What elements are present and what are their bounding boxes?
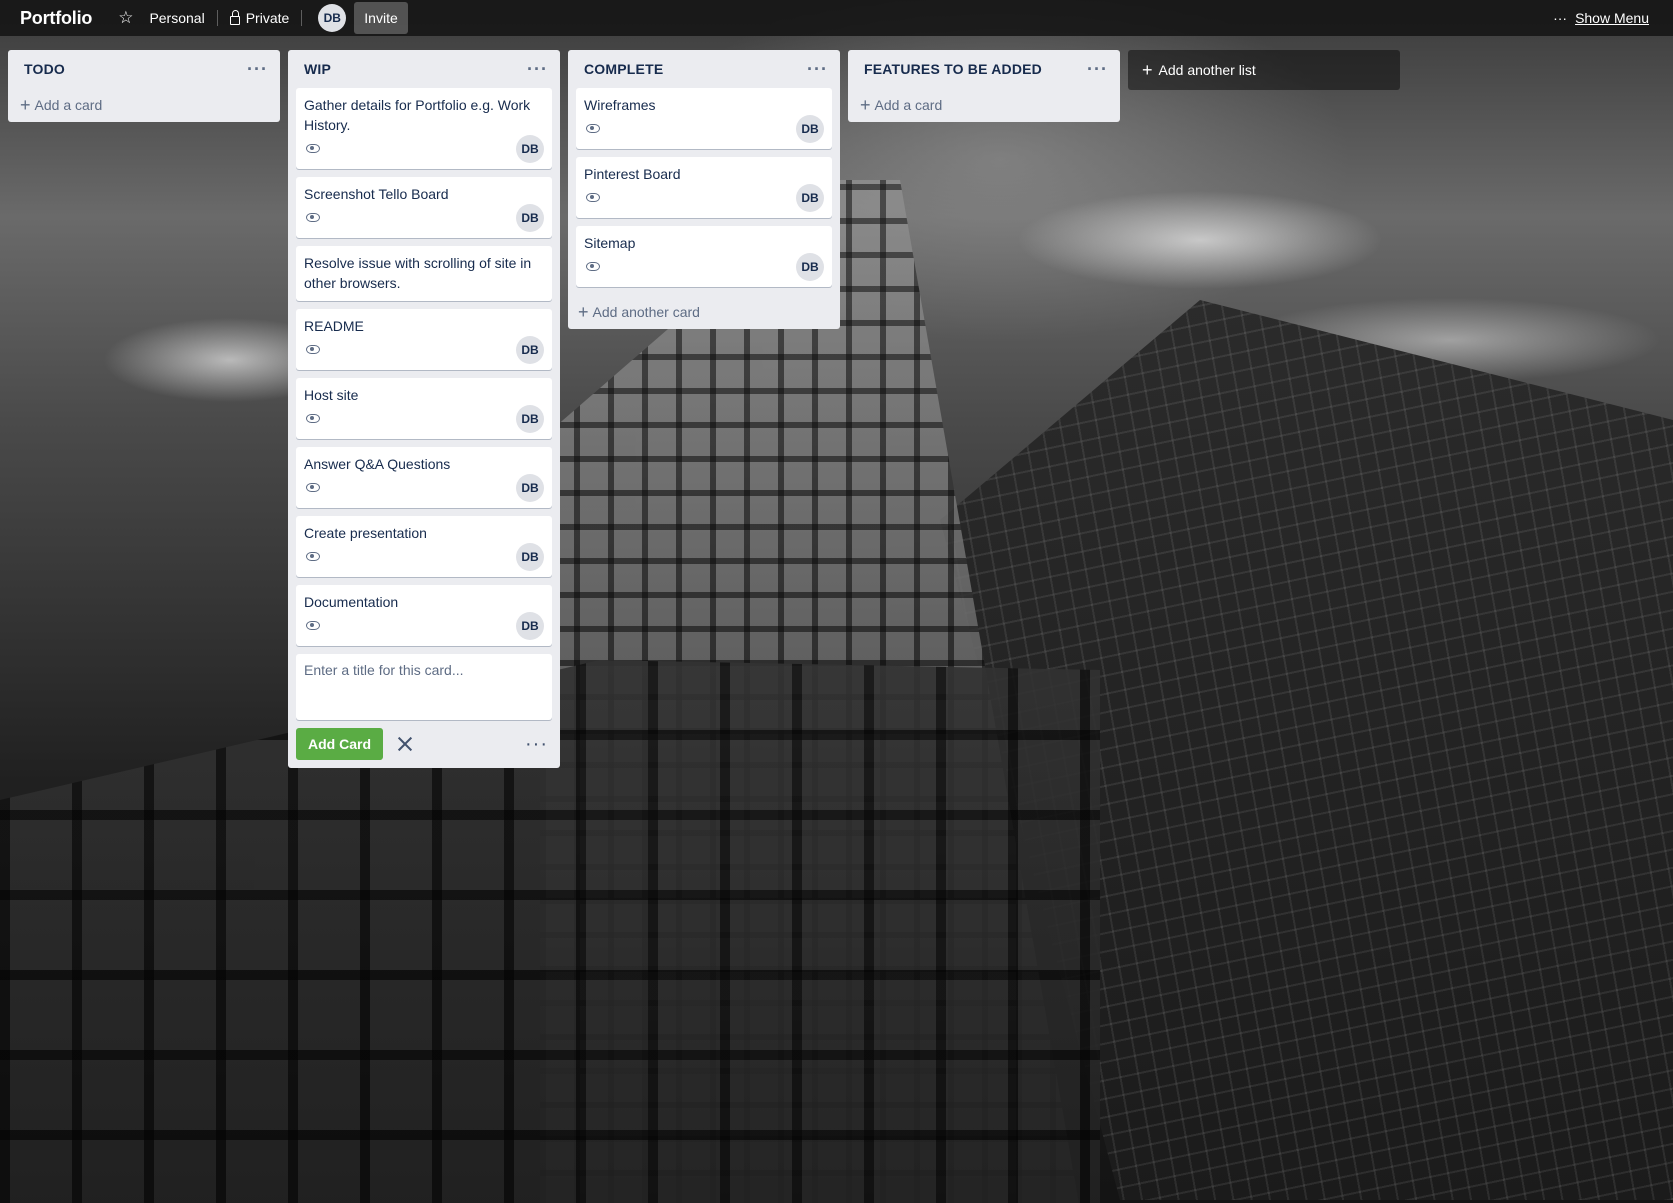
star-icon[interactable]: ☆	[110, 3, 141, 33]
header-divider	[216, 10, 218, 26]
watch-icon	[306, 552, 320, 561]
add-card-submit-button[interactable]: Add Card	[296, 728, 383, 760]
watch-icon	[306, 621, 320, 630]
card-title: Sitemap	[584, 235, 636, 251]
add-list-label: Add another list	[1158, 62, 1256, 78]
card-title: Wireframes	[584, 97, 656, 113]
workspace-label: Personal	[149, 10, 205, 26]
list-todo: TODO ··· + Add a card	[8, 50, 280, 122]
card-member-avatar[interactable]: DB	[516, 612, 544, 640]
composer-controls: Add Card ···	[288, 720, 560, 768]
card-title: Create presentation	[304, 525, 427, 541]
list-wip: WIP ··· Gather details for Portfolio e.g…	[288, 50, 560, 768]
plus-icon: +	[578, 302, 589, 322]
card-title-input[interactable]	[304, 662, 544, 712]
list-header: WIP ···	[288, 50, 560, 88]
list-menu-icon[interactable]: ···	[807, 60, 828, 78]
show-menu-button[interactable]: ··· Show Menu	[1545, 3, 1657, 33]
list-complete: COMPLETE ··· Wireframes DB Pinterest Boa…	[568, 50, 840, 329]
list-menu-icon[interactable]: ···	[527, 60, 548, 78]
watch-icon	[306, 414, 320, 423]
visibility-button[interactable]: Private	[222, 3, 298, 33]
lock-icon	[229, 9, 240, 25]
header-divider	[301, 10, 303, 26]
card[interactable]: Sitemap DB	[576, 226, 832, 287]
more-icon: ···	[1553, 10, 1568, 26]
watch-icon	[306, 213, 320, 222]
card[interactable]: Documentation DB	[296, 585, 552, 646]
card-member-avatar[interactable]: DB	[516, 405, 544, 433]
card[interactable]: Screenshot Tello Board DB	[296, 177, 552, 238]
list-header: FEATURES TO BE ADDED ···	[848, 50, 1120, 88]
board-header: Portfolio ☆ Personal Private DB Invite ·…	[0, 0, 1673, 36]
avatar[interactable]: DB	[318, 4, 347, 32]
card-member-avatar[interactable]: DB	[516, 474, 544, 502]
card-title: Documentation	[304, 594, 399, 610]
card-member-avatar[interactable]: DB	[796, 115, 824, 143]
card-title: Answer Q&A Questions	[304, 456, 451, 472]
list-title[interactable]: TODO	[24, 61, 65, 77]
card-member-avatar[interactable]: DB	[516, 336, 544, 364]
card-title: Screenshot Tello Board	[304, 186, 449, 202]
board-title[interactable]: Portfolio	[20, 8, 92, 29]
add-list-button[interactable]: + Add another list	[1128, 50, 1400, 90]
list-title[interactable]: COMPLETE	[584, 61, 663, 77]
add-card-button[interactable]: + Add a card	[8, 88, 280, 122]
card-member-avatar[interactable]: DB	[516, 135, 544, 163]
card[interactable]: README DB	[296, 309, 552, 370]
card[interactable]: Resolve issue with scrolling of site in …	[296, 246, 552, 301]
plus-icon: +	[860, 95, 871, 115]
watch-icon	[306, 345, 320, 354]
card-title: Host site	[304, 387, 359, 403]
card-member-avatar[interactable]: DB	[516, 543, 544, 571]
card[interactable]: Wireframes DB	[576, 88, 832, 149]
add-card-label: Add another card	[592, 304, 700, 320]
watch-icon	[306, 144, 320, 153]
card-composer	[296, 654, 552, 720]
add-card-button[interactable]: + Add a card	[848, 88, 1120, 122]
card-title: README	[304, 318, 364, 334]
card-member-avatar[interactable]: DB	[516, 204, 544, 232]
card-member-avatar[interactable]: DB	[796, 253, 824, 281]
card-member-avatar[interactable]: DB	[796, 184, 824, 212]
plus-icon: +	[1142, 60, 1153, 80]
list-header: COMPLETE ···	[568, 50, 840, 88]
add-card-label: Add a card	[34, 97, 103, 113]
watch-icon	[586, 262, 600, 271]
composer-options-icon[interactable]: ···	[525, 733, 548, 756]
watch-icon	[586, 193, 600, 202]
card-title: Gather details for Portfolio e.g. Work H…	[304, 97, 531, 133]
watch-icon	[306, 483, 320, 492]
plus-icon: +	[20, 95, 31, 115]
workspace-button[interactable]: Personal	[141, 3, 212, 33]
card[interactable]: Create presentation DB	[296, 516, 552, 577]
list-features-to-be-added: FEATURES TO BE ADDED ··· + Add a card	[848, 50, 1120, 122]
add-card-label: Add a card	[874, 97, 943, 113]
invite-button[interactable]: Invite	[354, 2, 408, 34]
close-icon[interactable]	[395, 734, 415, 754]
list-title[interactable]: WIP	[304, 61, 331, 77]
list-title[interactable]: FEATURES TO BE ADDED	[864, 61, 1042, 77]
card-title: Pinterest Board	[584, 166, 681, 182]
visibility-label: Private	[245, 10, 290, 26]
card[interactable]: Answer Q&A Questions DB	[296, 447, 552, 508]
list-menu-icon[interactable]: ···	[1087, 60, 1108, 78]
show-menu-label: Show Menu	[1575, 10, 1649, 26]
card-title: Resolve issue with scrolling of site in …	[304, 255, 532, 291]
card[interactable]: Gather details for Portfolio e.g. Work H…	[296, 88, 552, 169]
add-card-button[interactable]: + Add another card	[568, 295, 840, 329]
list-menu-icon[interactable]: ···	[247, 60, 268, 78]
list-header: TODO ···	[8, 50, 280, 88]
card[interactable]: Host site DB	[296, 378, 552, 439]
watch-icon	[586, 124, 600, 133]
card[interactable]: Pinterest Board DB	[576, 157, 832, 218]
